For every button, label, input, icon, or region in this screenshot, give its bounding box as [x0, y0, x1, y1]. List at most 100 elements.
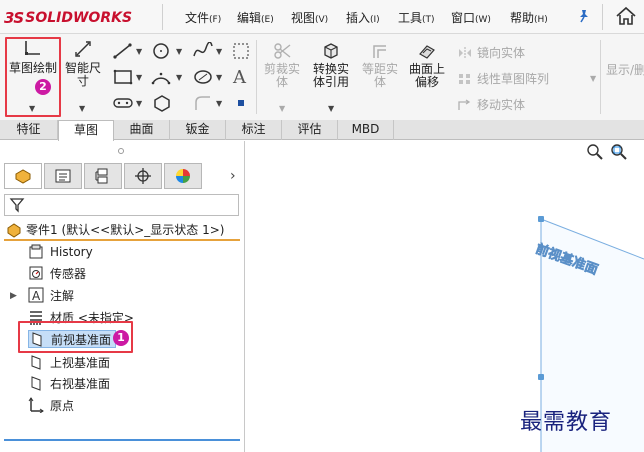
property-list-icon	[55, 169, 71, 183]
caret-down-icon[interactable]: ▼	[136, 99, 142, 108]
ds-logo-mark: 3S	[4, 9, 24, 27]
divider	[602, 4, 603, 30]
caret-down-icon[interactable]: ▼	[216, 73, 222, 82]
smart-dimension-icon	[75, 41, 91, 57]
spline-icon[interactable]	[192, 42, 214, 60]
tab-sheet-metal[interactable]: 钣金	[170, 120, 226, 140]
menu-help[interactable]: 帮助(H)	[510, 9, 548, 26]
move-icon	[458, 98, 472, 111]
convert-entities-label: 转换实体引用	[312, 62, 349, 89]
mirror-entities-button[interactable]: 镜向实体	[458, 44, 525, 61]
display-manager-tab[interactable]	[164, 163, 202, 189]
origin-icon	[28, 397, 44, 413]
caret-down-icon[interactable]: ▼	[79, 104, 85, 113]
step1-badge: 1	[113, 330, 129, 346]
menu-edit[interactable]: 编辑(E)	[237, 9, 274, 26]
ellipse-icon[interactable]	[192, 68, 214, 86]
offset-on-surface-label: 曲面上偏移	[408, 62, 445, 89]
caret-down-icon[interactable]: ▼	[136, 73, 142, 82]
tab-sketch[interactable]: 草图	[58, 120, 114, 141]
offset-on-surface-button[interactable]: 曲面上偏移	[404, 42, 450, 89]
feature-manager-tab[interactable]	[4, 163, 42, 189]
menu-insert[interactable]: 插入(I)	[346, 9, 380, 26]
plane-handle[interactable]	[538, 374, 544, 380]
offset-on-surface-icon	[419, 45, 435, 59]
panel-grip-handle[interactable]	[118, 148, 124, 154]
mirror-entities-label: 镜向实体	[477, 46, 526, 60]
rectangle-icon[interactable]	[112, 68, 134, 86]
chevron-right-icon[interactable]: ›	[230, 168, 236, 184]
caret-down-icon[interactable]: ▼	[176, 73, 182, 82]
dimxpert-manager-tab[interactable]	[124, 163, 162, 189]
plane-icon	[28, 354, 44, 370]
linear-sketch-pattern-label: 线性草图阵列	[477, 72, 550, 86]
smart-dimension-label: 智能尺寸	[64, 61, 101, 88]
caret-down-icon[interactable]: ▼	[176, 47, 182, 56]
caret-down-icon[interactable]: ▼	[136, 47, 142, 56]
trim-icon	[274, 43, 291, 59]
command-manager: 草图绘制 ▼ 2 智能尺寸 ▼ ▼ ▼ ▼ ▼ ▼ ▼ A ▼ ▼ 剪裁实体 ▼…	[0, 34, 644, 120]
divider	[162, 4, 163, 30]
fillet-icon[interactable]	[192, 94, 214, 112]
caret-down-icon[interactable]: ▼	[590, 74, 596, 83]
part-root-label: 零件1 (默认<<默认>_显示状态 1>)	[26, 223, 225, 237]
caret-down-icon[interactable]: ▼	[216, 47, 222, 56]
caret-down-icon[interactable]: ▼	[216, 99, 222, 108]
menu-view[interactable]: 视图(V)	[291, 9, 328, 26]
point-icon[interactable]	[238, 100, 244, 106]
tab-mbd[interactable]: MBD	[338, 120, 394, 140]
tree-item-top-plane[interactable]: 上视基准面	[28, 353, 110, 371]
tree-item-history[interactable]: History	[28, 243, 93, 261]
tree-item-annotations[interactable]: A 注解	[28, 286, 74, 304]
step2-badge: 2	[35, 79, 51, 95]
linear-sketch-pattern-button[interactable]: 线性草图阵列	[458, 70, 549, 87]
line-icon[interactable]	[112, 42, 134, 60]
rollback-bar[interactable]	[4, 439, 240, 441]
tab-evaluate[interactable]: 评估	[282, 120, 338, 140]
show-delete-relations-button[interactable]: 显示/删除几何关系	[606, 64, 644, 77]
tree-item-right-plane[interactable]: 右视基准面	[28, 374, 110, 392]
smart-dimension-button[interactable]: 智能尺寸	[62, 38, 104, 88]
arc-icon[interactable]	[150, 68, 172, 86]
sensor-icon	[28, 265, 44, 281]
home-icon[interactable]	[614, 5, 638, 27]
property-manager-tab[interactable]	[44, 163, 82, 189]
annotation-icon: A	[28, 287, 44, 303]
solidworks-window: 3S SOLIDWORKS 文件(F) 编辑(E) 视图(V) 插入(I) 工具…	[0, 0, 644, 452]
move-entities-button[interactable]: 移动实体	[458, 96, 525, 113]
filter-bar[interactable]	[4, 194, 239, 216]
part-root-node[interactable]: 零件1 (默认<<默认>_显示状态 1>)	[6, 221, 224, 238]
menu-file[interactable]: 文件(F)	[185, 9, 221, 26]
pin-icon[interactable]	[577, 9, 591, 23]
solidworks-logo[interactable]: 3S SOLIDWORKS	[4, 6, 156, 30]
circle-icon[interactable]	[150, 42, 172, 60]
menu-bar: 3S SOLIDWORKS 文件(F) 编辑(E) 视图(V) 插入(I) 工具…	[0, 0, 644, 34]
tree-item-label: 传感器	[50, 266, 87, 281]
polygon-icon[interactable]	[152, 94, 172, 112]
tab-features[interactable]: 特征	[0, 120, 58, 140]
crosshair-icon	[135, 168, 151, 184]
menu-tools[interactable]: 工具(T)	[398, 9, 435, 26]
caret-down-icon[interactable]: ▼	[279, 104, 285, 113]
tree-item-origin[interactable]: 原点	[28, 396, 74, 414]
filter-icon[interactable]	[9, 197, 25, 213]
plane-handle[interactable]	[538, 216, 544, 222]
configuration-manager-tab[interactable]	[84, 163, 122, 189]
slot-icon[interactable]	[112, 94, 134, 112]
text-icon[interactable]: A	[233, 67, 246, 88]
expand-arrow-icon[interactable]: ▶	[10, 291, 17, 301]
tab-surfaces[interactable]: 曲面	[114, 120, 170, 140]
caret-down-icon[interactable]: ▼	[328, 104, 334, 113]
part-icon	[7, 222, 21, 238]
construction-geometry-icon[interactable]	[232, 42, 250, 60]
offset-entities-button[interactable]: 等距实体	[358, 42, 402, 89]
tree-item-label: 右视基准面	[50, 376, 111, 391]
tree-item-sensors[interactable]: 传感器	[28, 264, 86, 282]
convert-entities-button[interactable]: 转换实体引用	[308, 42, 354, 89]
trim-entities-button[interactable]: 剪裁实体	[260, 42, 304, 89]
svg-text:A: A	[32, 289, 41, 303]
menu-window[interactable]: 窗口(W)	[451, 9, 491, 26]
tab-markup[interactable]: 标注	[226, 120, 282, 140]
tree-item-label: 注解	[50, 288, 75, 303]
divider	[600, 40, 601, 114]
